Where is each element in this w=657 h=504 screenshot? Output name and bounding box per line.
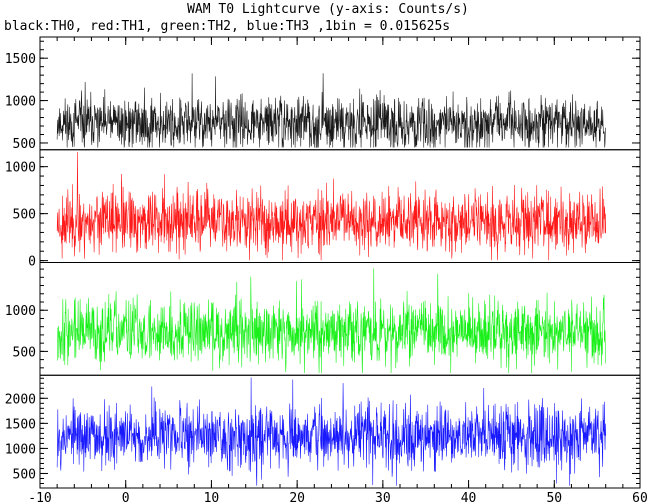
chart-subtitle: black:TH0, red:TH1, green:TH2, blue:TH3 … <box>4 19 450 34</box>
y-tick-label: 500 <box>13 467 36 482</box>
y-tick-label: 1500 <box>5 417 36 432</box>
x-tick-label: 10 <box>204 491 220 504</box>
y-tick-label: 500 <box>13 345 36 360</box>
y-tick-label: 1500 <box>5 52 36 67</box>
y-tick-label: 500 <box>13 137 36 152</box>
y-tick-label: 1000 <box>5 161 36 176</box>
y-tick-label: 1000 <box>5 442 36 457</box>
x-tick-label: 60 <box>632 491 648 504</box>
series-th1-line <box>56 151 607 261</box>
x-tick-label: 50 <box>546 491 562 504</box>
x-tick-label: 20 <box>289 491 305 504</box>
y-tick-label: 1000 <box>5 304 36 319</box>
x-tick-label: 30 <box>375 491 391 504</box>
series-th0-line <box>56 73 607 148</box>
chart-title: WAM T0 Lightcurve (y-axis: Counts/s) <box>187 2 469 17</box>
y-tick-label: 2000 <box>5 392 36 407</box>
series-th2-line <box>56 268 607 374</box>
x-tick-label: 0 <box>122 491 130 504</box>
x-tick-label: -10 <box>28 491 51 504</box>
y-tick-label: 0 <box>28 255 36 270</box>
y-tick-label: 1000 <box>5 95 36 110</box>
series-th3-line <box>56 377 607 486</box>
lightcurve-chart: WAM T0 Lightcurve (y-axis: Counts/s) bla… <box>4 2 648 504</box>
y-tick-label: 500 <box>13 208 36 223</box>
x-tick-label: 40 <box>461 491 477 504</box>
